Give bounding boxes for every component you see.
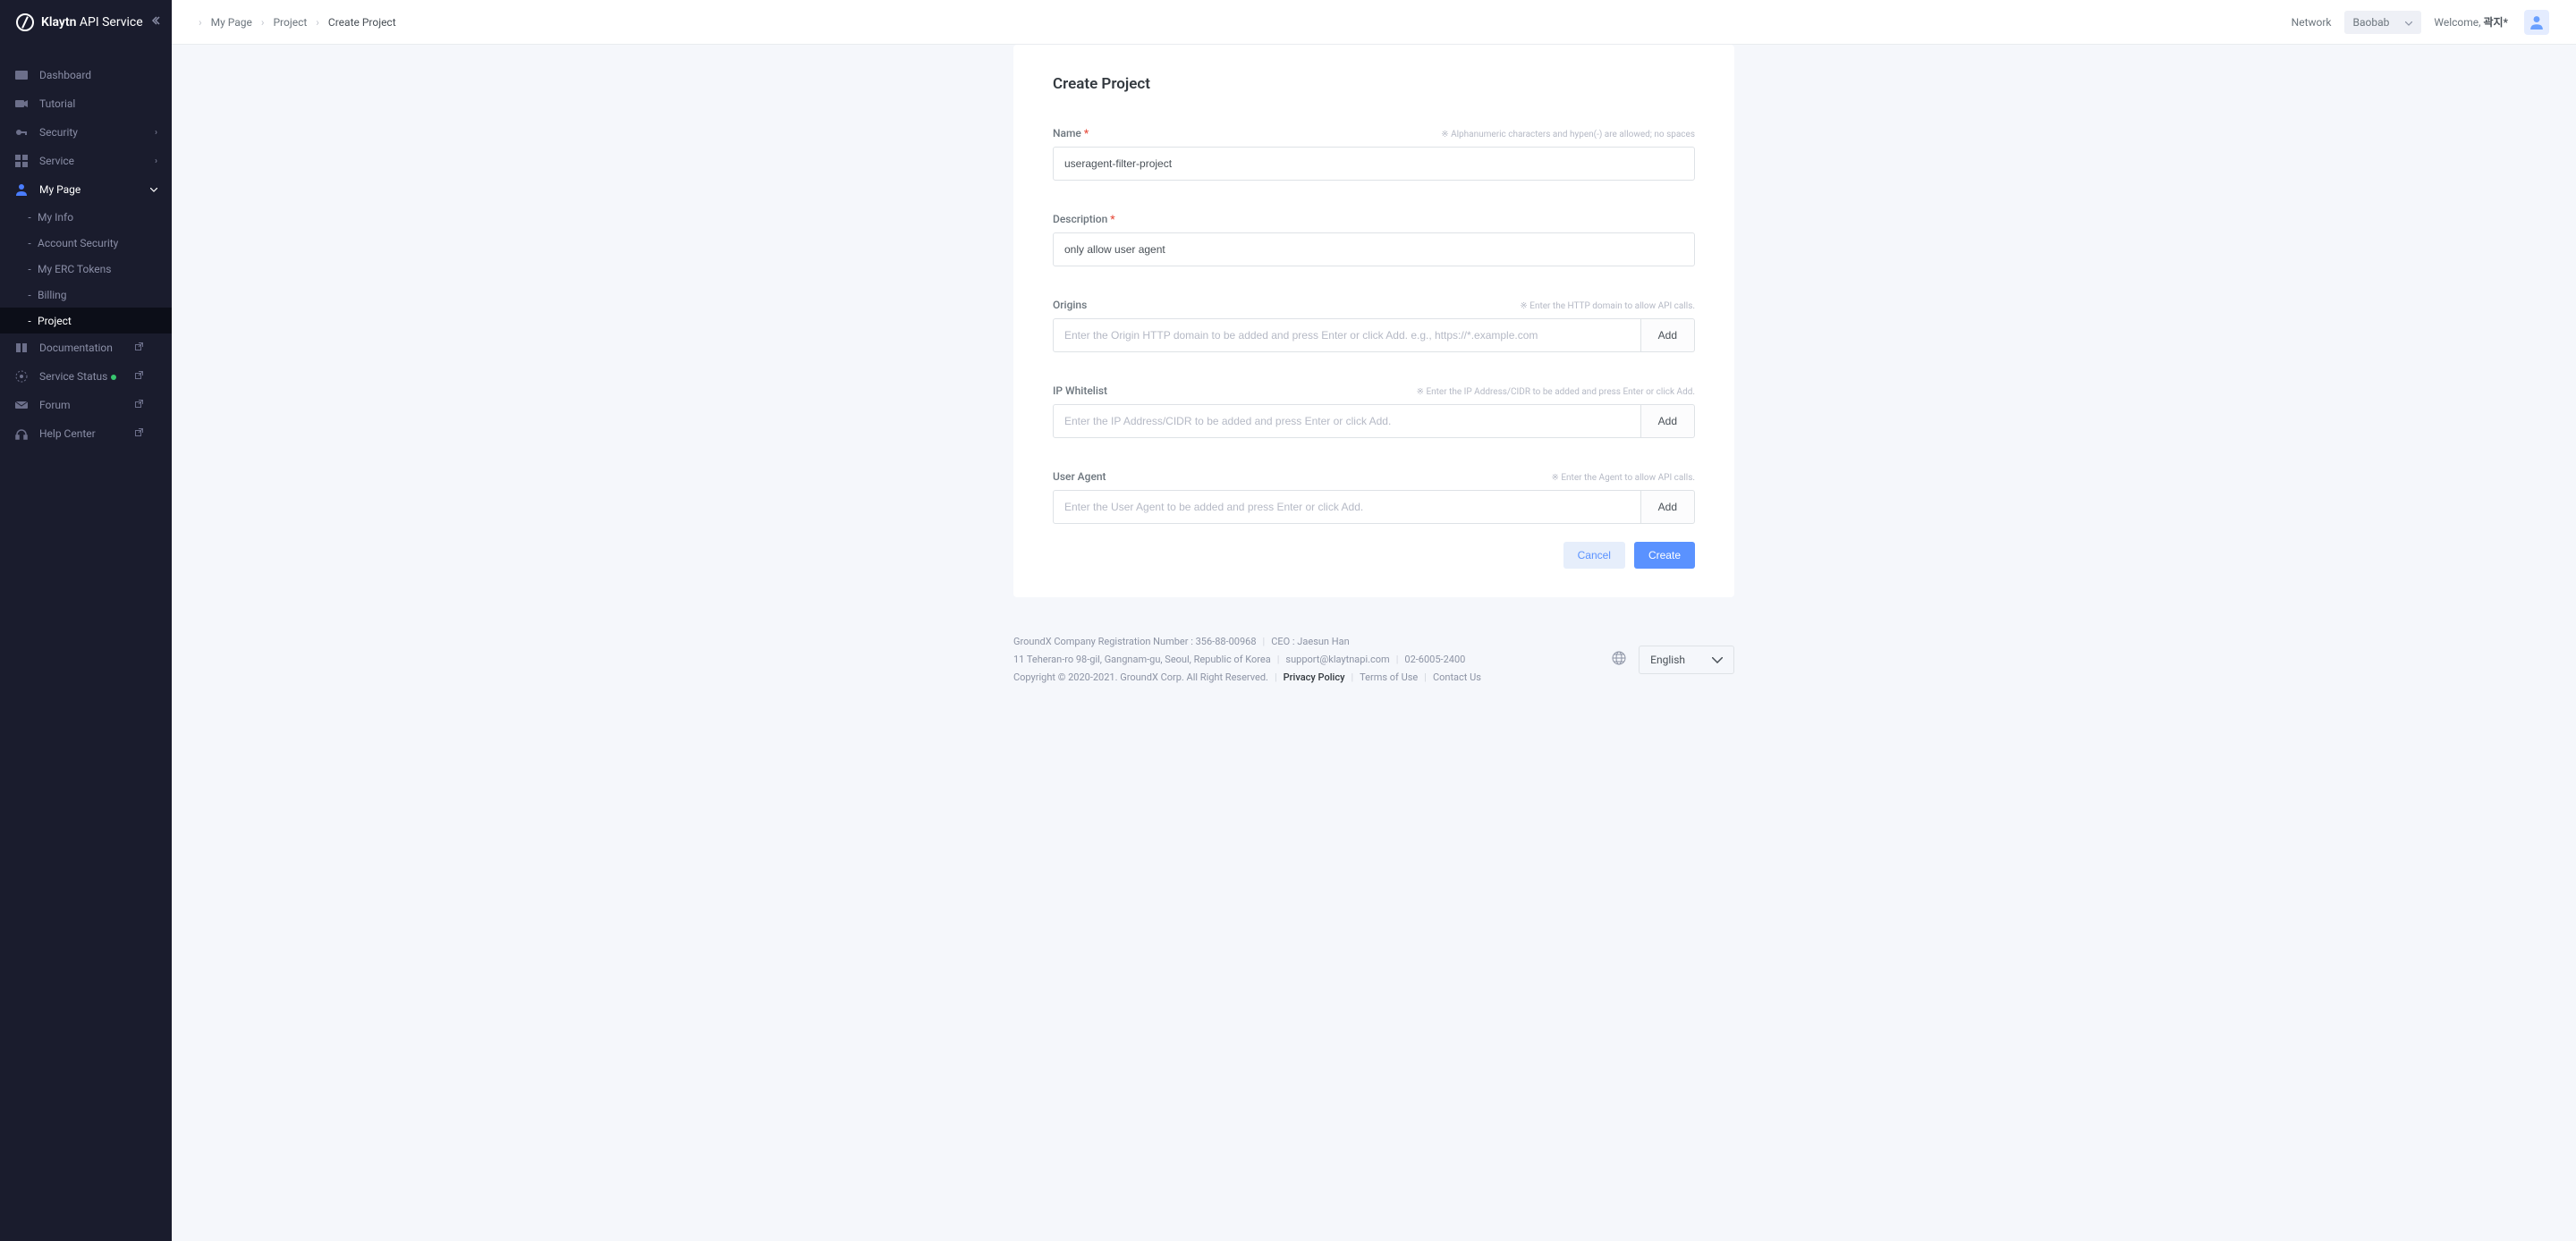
origins-label: Origins: [1053, 299, 1087, 311]
footer-email[interactable]: support@klaytnapi.com: [1285, 654, 1389, 665]
ua-hint: ※ Enter the Agent to allow API calls.: [1551, 473, 1695, 483]
sidebar-subitem-accountsecurity[interactable]: -Account Security: [0, 230, 172, 256]
chevron-right-icon: ›: [261, 16, 265, 29]
sidebar-item-servicestatus[interactable]: Service Status: [0, 362, 172, 391]
chevron-right-icon: ›: [199, 16, 202, 29]
ip-hint: ※ Enter the IP Address/CIDR to be added …: [1417, 387, 1695, 397]
origins-hint: ※ Enter the HTTP domain to allow API cal…: [1520, 301, 1695, 311]
book-icon: [14, 342, 29, 354]
sidebar-item-tutorial[interactable]: Tutorial: [0, 89, 172, 118]
footer-contact-link[interactable]: Contact Us: [1433, 671, 1481, 683]
status-icon: [14, 370, 29, 383]
sidebar: Klaytn API Service Dashboard Tutorial Se…: [0, 0, 172, 1241]
sidebar-subitem-billing[interactable]: -Billing: [0, 282, 172, 308]
external-link-icon: [135, 428, 143, 439]
user-icon: [2529, 15, 2544, 30]
chevron-down-icon: [1712, 654, 1723, 666]
sidebar-subitem-myinfo[interactable]: -My Info: [0, 204, 172, 230]
avatar[interactable]: [2524, 10, 2549, 35]
breadcrumb: › My Page › Project › Create Project: [199, 16, 396, 29]
dashboard-icon: [14, 69, 29, 81]
breadcrumb-item[interactable]: My Page: [211, 16, 252, 29]
sidebar-subitem-erctokens[interactable]: -My ERC Tokens: [0, 256, 172, 282]
footer-copyright: Copyright © 2020-2021. GroundX Corp. All…: [1013, 671, 1268, 683]
sidebar-item-helpcenter[interactable]: Help Center: [0, 419, 172, 448]
footer-phone: 02-6005-2400: [1404, 654, 1465, 665]
network-label: Network: [2292, 16, 2332, 29]
footer-reg: GroundX Company Registration Number : 35…: [1013, 636, 1257, 647]
chevron-right-icon: ›: [316, 16, 319, 29]
sidebar-item-security[interactable]: Security ›: [0, 118, 172, 147]
chevron-right-icon: ›: [155, 156, 157, 166]
ip-label: IP Whitelist: [1053, 384, 1107, 397]
create-project-card: Create Project Name * ※ Alphanumeric cha…: [1013, 45, 1734, 597]
sidebar-header: Klaytn API Service: [0, 0, 172, 45]
breadcrumb-item-current: Create Project: [328, 16, 396, 29]
description-input[interactable]: [1053, 232, 1695, 266]
sidebar-item-forum[interactable]: Forum: [0, 391, 172, 419]
create-button[interactable]: Create: [1634, 542, 1695, 569]
ip-input[interactable]: [1053, 404, 1641, 438]
status-dot-icon: [111, 375, 116, 380]
grid-icon: [14, 155, 29, 167]
logo-text: Klaytn API Service: [41, 15, 143, 30]
chevron-down-icon: [150, 185, 157, 195]
field-ipwhitelist: IP Whitelist ※ Enter the IP Address/CIDR…: [1053, 384, 1695, 438]
breadcrumb-item[interactable]: Project: [273, 16, 307, 29]
sidebar-item-mypage[interactable]: My Page: [0, 175, 172, 204]
external-link-icon: [135, 400, 143, 410]
user-icon: [14, 183, 29, 196]
footer-ceo: CEO : Jaesun Han: [1271, 636, 1349, 647]
chevron-right-icon: ›: [155, 128, 157, 138]
network-select[interactable]: Baobab: [2344, 11, 2422, 34]
footer-privacy-link[interactable]: Privacy Policy: [1284, 671, 1345, 683]
header: › My Page › Project › Create Project Net…: [172, 0, 2576, 45]
language-select[interactable]: English: [1639, 646, 1734, 674]
field-name: Name * ※ Alphanumeric characters and hyp…: [1053, 127, 1695, 181]
page-title: Create Project: [1053, 75, 1695, 93]
footer-terms-link[interactable]: Terms of Use: [1360, 671, 1418, 683]
ua-add-button[interactable]: Add: [1641, 490, 1695, 524]
description-label: Description *: [1053, 213, 1115, 225]
footer: GroundX Company Registration Number : 35…: [172, 615, 2576, 705]
field-useragent: User Agent ※ Enter the Agent to allow AP…: [1053, 470, 1695, 524]
field-origins: Origins ※ Enter the HTTP domain to allow…: [1053, 299, 1695, 352]
sidebar-collapse-icon[interactable]: [150, 15, 161, 30]
ip-add-button[interactable]: Add: [1641, 404, 1695, 438]
sidebar-nav: Dashboard Tutorial Security › Service › …: [0, 45, 172, 448]
sidebar-item-service[interactable]: Service ›: [0, 147, 172, 175]
welcome-text: Welcome, 곽지*: [2434, 14, 2508, 30]
external-link-icon: [135, 342, 143, 353]
name-label: Name *: [1053, 127, 1089, 139]
name-hint: ※ Alphanumeric characters and hypen(-) a…: [1441, 130, 1695, 139]
globe-icon: [1612, 651, 1626, 668]
sidebar-subitem-project[interactable]: -Project: [0, 308, 172, 333]
chevron-down-icon: [2405, 16, 2412, 29]
origins-add-button[interactable]: Add: [1641, 318, 1695, 352]
external-link-icon: [135, 371, 143, 382]
key-icon: [14, 126, 29, 139]
cancel-button[interactable]: Cancel: [1563, 542, 1625, 569]
footer-addr: 11 Teheran-ro 98-gil, Gangnam-gu, Seoul,…: [1013, 654, 1271, 665]
logo-icon: [16, 13, 34, 31]
name-input[interactable]: [1053, 147, 1695, 181]
tutorial-icon: [14, 97, 29, 110]
field-description: Description *: [1053, 213, 1695, 266]
sidebar-item-dashboard[interactable]: Dashboard: [0, 61, 172, 89]
sidebar-item-documentation[interactable]: Documentation: [0, 333, 172, 362]
ua-input[interactable]: [1053, 490, 1641, 524]
origins-input[interactable]: [1053, 318, 1641, 352]
headphones-icon: [14, 427, 29, 440]
mail-icon: [14, 399, 29, 411]
ua-label: User Agent: [1053, 470, 1106, 483]
